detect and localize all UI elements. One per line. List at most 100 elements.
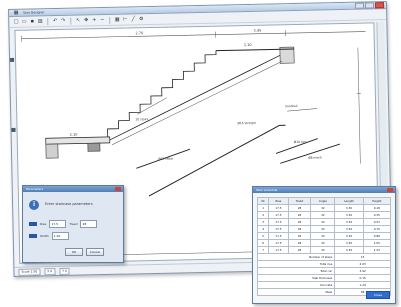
summary-label: Total run bbox=[256, 267, 336, 275]
cancel-button[interactable]: Cancel bbox=[86, 248, 104, 256]
table-cell: 5 bbox=[256, 232, 270, 240]
tread-label: Tread bbox=[69, 222, 78, 226]
table-header-row: Nr Rise Tread Angle Length Height bbox=[256, 197, 392, 205]
dim-top-left: 2.70 bbox=[135, 31, 143, 35]
schedule-close-button[interactable] bbox=[387, 188, 393, 192]
table-cell: 17.5 bbox=[268, 211, 289, 219]
tool-marker-icon[interactable] bbox=[11, 127, 16, 132]
minimize-button[interactable] bbox=[354, 2, 365, 9]
table-cell: 28 bbox=[287, 218, 312, 226]
table-cell: 1.23 bbox=[362, 246, 392, 254]
app-icon: ▦ bbox=[13, 9, 19, 16]
table-cell: 17.5 bbox=[268, 232, 289, 240]
status-x: X 0 bbox=[44, 267, 56, 275]
table-cell: 32 bbox=[310, 218, 336, 226]
table-cell: 3.30 bbox=[334, 239, 364, 247]
status-y: Y 0 bbox=[59, 267, 70, 275]
summary-row: Total run 3.92 bbox=[256, 267, 391, 275]
close-button[interactable] bbox=[374, 2, 385, 9]
parameters-dialog: Parameters i Enter staircase parameters … bbox=[22, 185, 124, 263]
color-swatch[interactable] bbox=[29, 222, 37, 226]
table-cell: 0.88 bbox=[362, 232, 392, 240]
table-cell: 17.5 bbox=[268, 239, 289, 247]
table-cell: 3.30 bbox=[334, 232, 364, 240]
dialog-close-button[interactable] bbox=[115, 187, 121, 191]
width-input[interactable]: 1.20 bbox=[51, 232, 69, 240]
table-cell: 17.5 bbox=[268, 218, 289, 226]
redo-icon[interactable]: ↷ bbox=[60, 18, 66, 24]
table-cell: 32 bbox=[310, 225, 336, 233]
summary-value: 0.15 bbox=[334, 274, 391, 282]
summary-label: Number of steps bbox=[256, 253, 336, 261]
table-cell: 0.53 bbox=[362, 218, 392, 226]
table-cell: 1 bbox=[256, 204, 270, 212]
maximize-button[interactable] bbox=[364, 2, 375, 9]
close-schedule-button[interactable]: Close bbox=[366, 291, 390, 299]
table-cell: 17.5 bbox=[268, 204, 289, 212]
pan-icon[interactable]: ✥ bbox=[83, 17, 89, 23]
table-row[interactable]: 1 17.5 28 32 3.30 0.18 bbox=[256, 204, 392, 212]
status-scale: Scale 1:50 bbox=[18, 267, 41, 276]
dialog-message: Enter staircase parameters bbox=[45, 202, 93, 206]
table-row[interactable]: 2 17.5 28 32 3.30 0.35 bbox=[256, 211, 392, 219]
annot-6: Ø8 mesh bbox=[308, 154, 322, 159]
measure-icon[interactable]: ⊢ bbox=[122, 16, 128, 23]
zoom-in-icon[interactable]: + bbox=[91, 17, 97, 23]
toolbar-divider bbox=[109, 16, 111, 24]
save-icon[interactable]: ▪ bbox=[29, 18, 35, 24]
tread-input[interactable]: 28 bbox=[80, 220, 98, 228]
column-header: Height bbox=[362, 197, 392, 205]
summary-row: Total rise 2.63 bbox=[256, 260, 391, 268]
table-row[interactable]: 3 17.5 28 32 3.30 0.53 bbox=[256, 218, 392, 226]
table-cell: 1.05 bbox=[362, 239, 392, 247]
grid-icon[interactable]: ▦ bbox=[114, 17, 120, 23]
summary-label: Concrete bbox=[256, 281, 336, 289]
table-cell: 32 bbox=[310, 239, 336, 247]
select-icon[interactable]: ↖ bbox=[75, 17, 81, 23]
ok-button[interactable]: OK bbox=[65, 248, 83, 256]
table-row[interactable]: 7 17.5 28 32 3.30 1.23 bbox=[256, 246, 392, 254]
dialog-row-1: Rise 17.5 Tread 28 bbox=[29, 220, 98, 228]
line-icon[interactable]: ╱ bbox=[130, 16, 136, 22]
color-swatch[interactable] bbox=[29, 234, 37, 238]
schedule-titlebar: Stair schedule bbox=[253, 187, 395, 193]
table-row[interactable]: 5 17.5 28 32 3.30 0.88 bbox=[256, 232, 392, 240]
table-cell: 32 bbox=[310, 204, 336, 212]
lower-landing bbox=[45, 136, 111, 145]
info-icon: i bbox=[29, 200, 39, 210]
summary-row: Slab thickness 0.15 bbox=[256, 274, 391, 282]
table-cell: 28 bbox=[287, 239, 312, 247]
annot-1: 10 stairs bbox=[135, 117, 148, 121]
width-label: Width bbox=[40, 234, 49, 238]
summary-value: 1.24 bbox=[334, 281, 391, 289]
table-cell: 0.70 bbox=[362, 225, 392, 233]
column-header: Angle bbox=[310, 197, 336, 205]
schedule-window: Stair schedule Nr Rise Tread Angle Lengt… bbox=[252, 186, 396, 304]
table-cell: 6 bbox=[256, 239, 270, 247]
table-cell: 3.30 bbox=[334, 218, 364, 226]
table-row[interactable]: 4 17.5 28 32 3.30 0.70 bbox=[256, 225, 392, 233]
summary-value: 2.63 bbox=[334, 260, 391, 268]
undo-icon[interactable]: ↶ bbox=[52, 18, 58, 24]
column-header: Rise bbox=[268, 197, 289, 205]
summary-row: Concrete 1.24 bbox=[256, 281, 391, 289]
table-cell: 0.18 bbox=[362, 204, 392, 212]
column-header: Nr bbox=[256, 197, 270, 205]
rise-input[interactable]: 17.5 bbox=[49, 220, 67, 228]
toolbar-divider bbox=[70, 17, 72, 25]
zoom-out-icon[interactable]: − bbox=[99, 17, 105, 23]
tool-marker-icon[interactable] bbox=[10, 57, 15, 62]
summary-label: Total rise bbox=[256, 260, 336, 268]
new-icon[interactable]: □ bbox=[13, 19, 19, 25]
table-cell: 28 bbox=[287, 211, 312, 219]
annot-4: Ø12 rebar bbox=[158, 156, 174, 161]
settings-icon[interactable]: ⚙ bbox=[138, 16, 144, 22]
toolbar-divider bbox=[47, 17, 49, 25]
schedule-table: Nr Rise Tread Angle Length Height 1 17.5 2… bbox=[256, 197, 392, 296]
print-icon[interactable]: ▤ bbox=[37, 18, 43, 24]
table-cell: 28 bbox=[287, 232, 312, 240]
window-controls bbox=[354, 2, 386, 9]
table-row[interactable]: 6 17.5 28 32 3.30 1.05 bbox=[256, 239, 392, 247]
schedule-title: Stair schedule bbox=[256, 188, 278, 192]
open-icon[interactable]: ▭ bbox=[21, 19, 27, 25]
